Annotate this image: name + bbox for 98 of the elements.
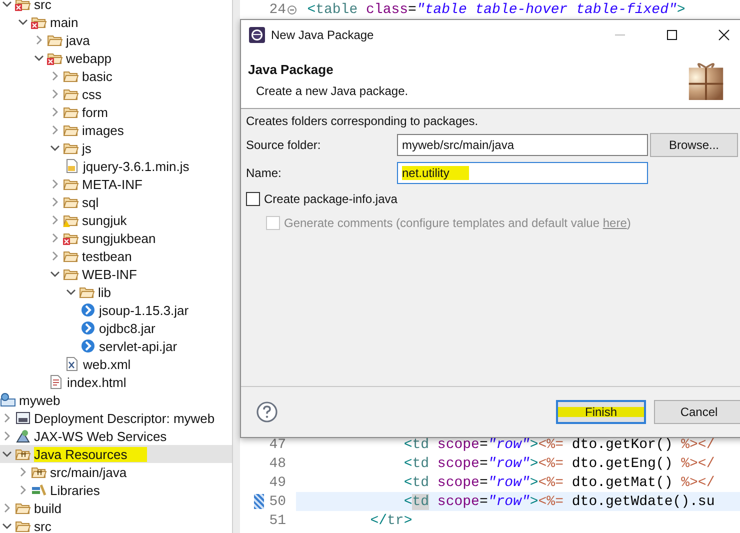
tree-item[interactable]: WEB-INF <box>0 265 232 283</box>
package-icon <box>687 60 725 102</box>
help-icon[interactable] <box>256 401 278 423</box>
tree-item-label: jquery-3.6.1.min.js <box>83 158 190 174</box>
tree-item[interactable]: images <box>0 121 232 139</box>
line-number: 50 <box>268 494 286 510</box>
tree-item-label: java <box>66 32 91 48</box>
tree-item[interactable]: Deployment Descriptor: myweb <box>0 409 232 427</box>
jar-icon <box>80 302 96 318</box>
jar-icon <box>80 320 96 336</box>
tree-item[interactable]: servlet-api.jar <box>0 337 232 355</box>
tree-item-label: index.html <box>67 374 128 390</box>
tree-item-label: src <box>34 0 52 12</box>
project-icon <box>0 392 16 408</box>
tree-item[interactable]: java <box>0 31 232 49</box>
tree-item-label: build <box>34 500 62 516</box>
field-value: myweb/src/main/java <box>402 138 514 152</box>
tree-item-label: basic <box>82 68 114 84</box>
tree-item-label: src <box>34 518 52 533</box>
line-number: 48 <box>268 456 286 472</box>
tree-item[interactable]: src <box>0 0 232 13</box>
jar-icon <box>80 338 96 354</box>
dialog-button[interactable]: Finish <box>556 400 646 424</box>
tree-item[interactable]: myweb <box>0 391 232 409</box>
tree-item[interactable]: sungjuk <box>0 211 232 229</box>
tree-item[interactable]: META-INF <box>0 175 232 193</box>
tree-item-label: testbean <box>82 248 133 264</box>
tree-item-label: images <box>82 122 125 138</box>
tree-item-label: jsoup-1.15.3.jar <box>99 302 190 318</box>
tree-item[interactable]: js <box>0 139 232 157</box>
tree-item[interactable]: JAX-WS Web Services <box>0 427 232 445</box>
tree-item-label: Java Resources <box>34 446 148 462</box>
tree-item-label: css <box>82 86 102 102</box>
tree-item[interactable]: css <box>0 85 232 103</box>
tree-item[interactable]: form <box>0 103 232 121</box>
tree-item[interactable]: main <box>0 13 232 31</box>
tree-item-label: sungjukbean <box>82 230 157 246</box>
tree-item-label: ojdbc8.jar <box>99 320 156 336</box>
tree-item-label: webapp <box>66 50 113 66</box>
tree-item-label: src/main/java <box>50 464 128 480</box>
field-value: net.utility <box>402 166 470 180</box>
tree-item-label: servlet-api.jar <box>99 338 178 354</box>
tree-item-label: myweb <box>19 392 62 408</box>
dialog-button[interactable]: Cancel <box>654 400 740 424</box>
tree-item-label: Libraries <box>50 482 101 498</box>
tree-item[interactable]: index.html <box>0 373 232 391</box>
browse-button[interactable]: Browse... <box>650 133 738 157</box>
app-icon <box>249 27 265 43</box>
checkbox[interactable] <box>246 192 260 206</box>
tree-item[interactable]: jsoup-1.15.3.jar <box>0 301 232 319</box>
tree-item-label: WEB-INF <box>82 266 138 282</box>
tree-item-label: Deployment Descriptor: myweb <box>34 410 216 426</box>
field-label: Name: <box>246 166 282 180</box>
tree-item[interactable]: Libraries <box>0 481 232 499</box>
line-number: 47 <box>268 436 286 452</box>
window-title: New Java Package <box>271 28 374 42</box>
tree-item-label: form <box>82 104 109 120</box>
text-field[interactable]: net.utility <box>397 162 648 184</box>
tree-item[interactable]: build <box>0 499 232 517</box>
tree-item[interactable]: src/main/java <box>0 463 232 481</box>
checkbox-label: Generate comments (configure templates and default value here) <box>284 216 631 230</box>
code-line: <td scope="row"><%= dto.getEng() %></ <box>402 456 715 472</box>
checkbox-label: Create package-info.java <box>264 192 398 206</box>
tree-item[interactable]: Java Resources <box>0 445 232 463</box>
code-line: <td scope="row"><%= dto.getKor() %></ <box>402 436 715 452</box>
tree-item[interactable]: ojdbc8.jar <box>0 319 232 337</box>
dialog-message: Creates folders corresponding to packages. <box>246 114 480 128</box>
text-field[interactable]: myweb/src/main/java <box>397 134 648 156</box>
tree-item-label: main <box>50 14 80 30</box>
tree-item-label: sungjuk <box>82 212 128 228</box>
code-line: <table class="table table-hover table-fixed"> <box>306 2 686 18</box>
tree-item[interactable]: src <box>0 517 232 533</box>
tree-item[interactable]: web.xml <box>0 355 232 373</box>
tree-item[interactable]: sungjukbean <box>0 229 232 247</box>
line-number: 24 <box>268 2 286 18</box>
dialog-description: Create a new Java package. <box>255 84 410 98</box>
dialog-heading: Java Package <box>248 62 334 77</box>
tree-item[interactable]: testbean <box>0 247 232 265</box>
tree-item-label: js <box>82 140 92 156</box>
tree-item[interactable]: webapp <box>0 49 232 67</box>
tree-item-label: lib <box>98 284 112 300</box>
tree-item-label: META-INF <box>82 176 144 192</box>
fold-toggle-icon[interactable] <box>287 4 297 14</box>
tree-item-label: JAX-WS Web Services <box>34 428 168 444</box>
books-icon <box>31 482 47 498</box>
tree-item[interactable]: basic <box>0 67 232 85</box>
code-line: <td scope="row"><%= dto.getWdate().su <box>402 494 715 510</box>
code-line: </tr> <box>369 512 412 528</box>
tree-item-label: sql <box>82 194 100 210</box>
change-marker-icon <box>254 494 264 509</box>
tree-item[interactable]: lib <box>0 283 232 301</box>
line-number: 51 <box>268 512 286 528</box>
field-label: Source folder: <box>246 138 322 152</box>
code-line: <td scope="row"><%= dto.getMat() %></ <box>402 474 715 490</box>
tree-item[interactable]: jquery-3.6.1.min.js <box>0 157 232 175</box>
tree-item[interactable]: sql <box>0 193 232 211</box>
line-number: 49 <box>268 474 286 490</box>
tree-item-label: web.xml <box>83 356 132 372</box>
